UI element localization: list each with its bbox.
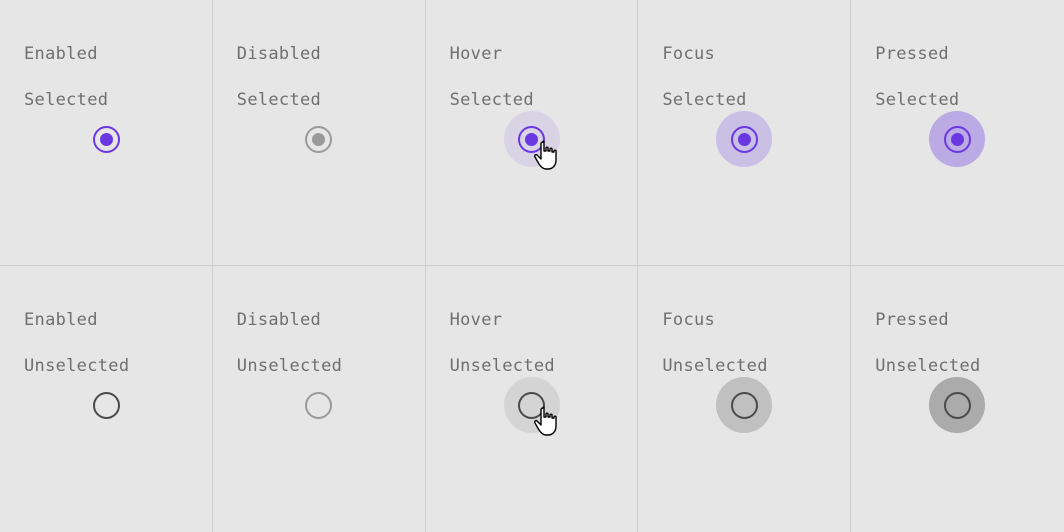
- state-label: Enabled Selected: [24, 20, 194, 112]
- state-pressed-unselected: Pressed Unselected: [851, 266, 1064, 532]
- radio-halo: [929, 111, 985, 167]
- state-label: Hover Selected: [450, 20, 620, 112]
- state-label-line1: Hover: [450, 310, 503, 330]
- state-hover-selected: Hover Selected: [426, 0, 639, 266]
- radio-button[interactable]: [731, 126, 758, 153]
- radio-halo: [291, 377, 347, 433]
- state-label-line2: Selected: [24, 90, 108, 110]
- state-label: Enabled Unselected: [24, 286, 194, 378]
- state-label: Hover Unselected: [450, 286, 620, 378]
- radio-dot-icon: [100, 133, 113, 146]
- state-label: Focus Unselected: [662, 286, 832, 378]
- radio-halo: [504, 111, 560, 167]
- radio-halo: [291, 111, 347, 167]
- state-label-line2: Selected: [237, 90, 321, 110]
- state-label: Focus Selected: [662, 20, 832, 112]
- radio-dot-icon: [312, 133, 325, 146]
- state-label-line1: Pressed: [875, 44, 949, 64]
- state-label-line1: Enabled: [24, 310, 98, 330]
- radio-button[interactable]: [518, 126, 545, 153]
- radio-halo: [78, 111, 134, 167]
- state-disabled-unselected: Disabled Unselected: [213, 266, 426, 532]
- state-label: Disabled Unselected: [237, 286, 407, 378]
- radio-dot-icon: [738, 133, 751, 146]
- state-pressed-selected: Pressed Selected: [851, 0, 1064, 266]
- radio-button: [305, 392, 332, 419]
- state-label-line2: Unselected: [237, 356, 342, 376]
- radio-button[interactable]: [93, 392, 120, 419]
- radio-button: [305, 126, 332, 153]
- radio-halo: [716, 111, 772, 167]
- state-label-line2: Unselected: [24, 356, 129, 376]
- radio-halo: [929, 377, 985, 433]
- state-enabled-selected: Enabled Selected: [0, 0, 213, 266]
- state-focus-unselected: Focus Unselected: [638, 266, 851, 532]
- state-label: Pressed Selected: [875, 20, 1046, 112]
- radio-button[interactable]: [731, 392, 758, 419]
- state-label-line1: Hover: [450, 44, 503, 64]
- radio-button[interactable]: [93, 126, 120, 153]
- state-label-line2: Unselected: [450, 356, 555, 376]
- radio-button[interactable]: [944, 392, 971, 419]
- radio-halo: [716, 377, 772, 433]
- state-label-line2: Selected: [450, 90, 534, 110]
- state-disabled-selected: Disabled Selected: [213, 0, 426, 266]
- radio-dot-icon: [951, 133, 964, 146]
- state-label-line1: Focus: [662, 44, 715, 64]
- state-label-line1: Enabled: [24, 44, 98, 64]
- state-label-line2: Selected: [875, 90, 959, 110]
- state-enabled-unselected: Enabled Unselected: [0, 266, 213, 532]
- state-hover-unselected: Hover Unselected: [426, 266, 639, 532]
- radio-halo: [504, 377, 560, 433]
- state-label-line1: Disabled: [237, 310, 321, 330]
- state-label-line2: Unselected: [875, 356, 980, 376]
- radio-button[interactable]: [944, 126, 971, 153]
- radio-halo: [78, 377, 134, 433]
- radio-dot-icon: [525, 133, 538, 146]
- state-label: Pressed Unselected: [875, 286, 1046, 378]
- state-label-line2: Selected: [662, 90, 746, 110]
- state-focus-selected: Focus Selected: [638, 0, 851, 266]
- state-label-line2: Unselected: [662, 356, 767, 376]
- state-label-line1: Disabled: [237, 44, 321, 64]
- radio-button[interactable]: [518, 392, 545, 419]
- state-label: Disabled Selected: [237, 20, 407, 112]
- state-label-line1: Pressed: [875, 310, 949, 330]
- radio-states-grid: Enabled Selected Disabled Selected Hover…: [0, 0, 1064, 532]
- state-label-line1: Focus: [662, 310, 715, 330]
